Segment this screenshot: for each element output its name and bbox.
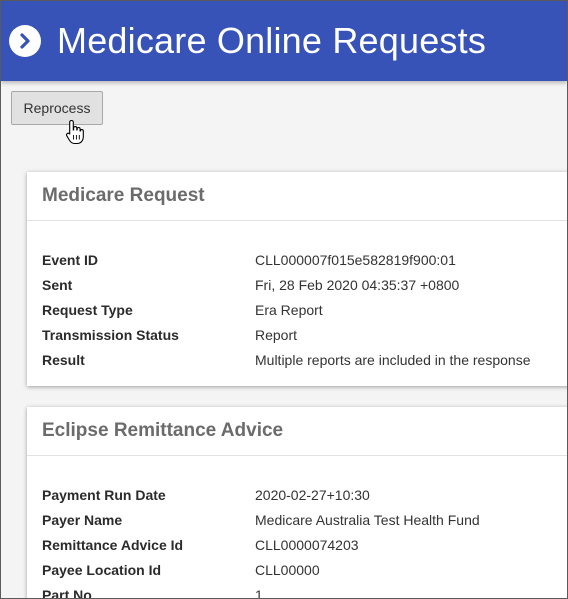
field-value: Fri, 28 Feb 2020 04:35:37 +0800 <box>255 276 460 293</box>
field-label: Sent <box>42 276 73 293</box>
page-header: Medicare Online Requests <box>1 1 567 81</box>
field-label: Part No <box>42 586 92 599</box>
field-label: Request Type <box>42 301 133 318</box>
field-label: Payer Name <box>42 511 123 528</box>
field-label: Remittance Advice Id <box>42 536 184 553</box>
field-value: 1 <box>255 586 263 599</box>
field-value: Multiple reports are included in the res… <box>255 351 531 368</box>
hand-pointer-icon <box>66 119 84 145</box>
reprocess-button[interactable]: Reprocess <box>11 91 103 125</box>
detail-row-request-type: Request Type Era Report <box>27 297 567 322</box>
medicare-request-title: Medicare Request <box>27 172 567 221</box>
field-label: Result <box>42 351 85 368</box>
field-label: Payee Location Id <box>42 561 162 578</box>
field-value: CLL000007f015e582819f900:01 <box>255 251 456 268</box>
back-button[interactable] <box>9 25 41 57</box>
chevron-right-icon <box>20 33 30 49</box>
page-title: Medicare Online Requests <box>57 20 487 61</box>
field-label: Payment Run Date <box>42 486 166 503</box>
medicare-request-details: Event ID CLL000007f015e582819f900:01 Sen… <box>27 221 567 372</box>
field-value: CLL00000 <box>255 561 320 578</box>
field-label: Transmission Status <box>42 326 179 343</box>
detail-row-payer-name: Payer Name Medicare Australia Test Healt… <box>27 507 567 532</box>
field-value: Medicare Australia Test Health Fund <box>255 511 480 528</box>
field-label: Event ID <box>42 251 99 268</box>
field-value: 2020-02-27+10:30 <box>255 486 370 503</box>
detail-row-remittance-advice-id: Remittance Advice Id CLL0000074203 <box>27 532 567 557</box>
medicare-request-card: Medicare Request Event ID CLL000007f015e… <box>27 172 567 386</box>
detail-row-event-id: Event ID CLL000007f015e582819f900:01 <box>27 247 567 272</box>
detail-row-part-no: Part No 1 <box>27 582 567 599</box>
detail-row-payment-run-date: Payment Run Date 2020-02-27+10:30 <box>27 482 567 507</box>
detail-row-sent: Sent Fri, 28 Feb 2020 04:35:37 +0800 <box>27 272 567 297</box>
app-window: Medicare Online Requests Reprocess Medic… <box>0 0 568 599</box>
remittance-advice-card: Eclipse Remittance Advice Payment Run Da… <box>27 407 567 599</box>
field-value: CLL0000074203 <box>255 536 359 553</box>
remittance-advice-details: Payment Run Date 2020-02-27+10:30 Payer … <box>27 456 567 599</box>
toolbar: Reprocess <box>1 81 567 141</box>
detail-row-result: Result Multiple reports are included in … <box>27 347 567 372</box>
field-value: Era Report <box>255 301 323 318</box>
detail-row-payee-location-id: Payee Location Id CLL00000 <box>27 557 567 582</box>
remittance-advice-title: Eclipse Remittance Advice <box>27 407 567 456</box>
detail-row-transmission-status: Transmission Status Report <box>27 322 567 347</box>
field-value: Report <box>255 326 298 343</box>
